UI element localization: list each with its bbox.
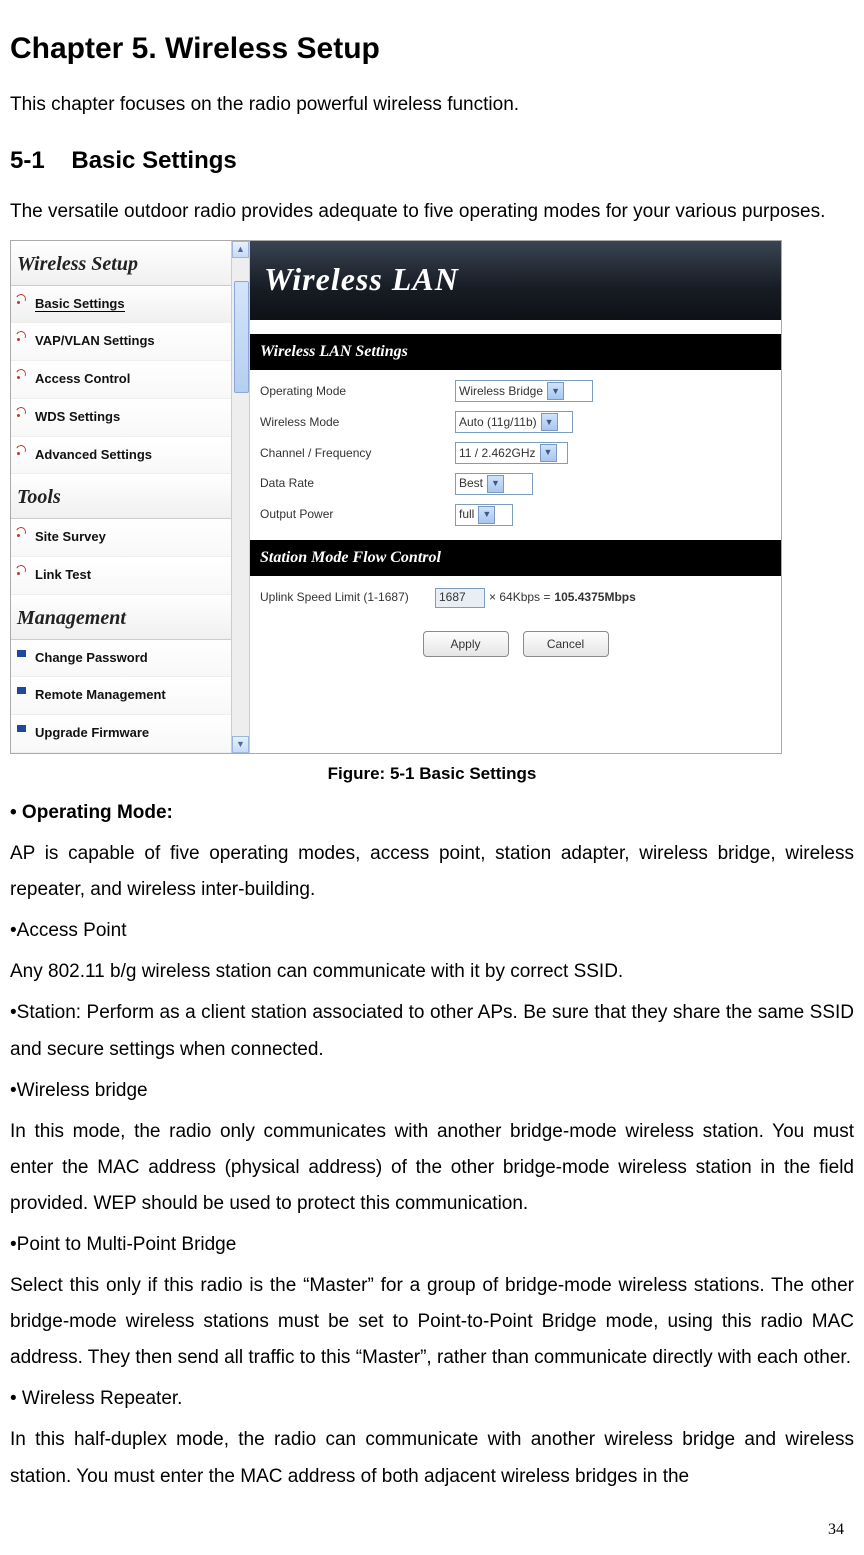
sidebar-item-access-control[interactable]: Access Control xyxy=(11,361,249,399)
figure-caption: Figure: 5-1 Basic Settings xyxy=(10,758,854,790)
sidebar-item-label: Site Survey xyxy=(35,529,106,544)
wireless-mode-select[interactable]: Auto (11g/11b)▼ xyxy=(455,411,573,433)
select-value: 11 / 2.462GHz xyxy=(459,442,536,465)
operating-mode-desc: AP is capable of five operating modes, a… xyxy=(10,836,854,908)
wifi-icon xyxy=(17,368,29,380)
page-number: 34 xyxy=(10,1515,854,1545)
wireless-bridge-head: •Wireless bridge xyxy=(10,1073,854,1109)
section-number: 5-1 xyxy=(10,147,45,174)
wifi-icon xyxy=(17,330,29,342)
sidebar-item-label: Basic Settings xyxy=(35,296,125,312)
sidebar-group-tools: Tools xyxy=(11,474,249,519)
wr-head: • Wireless Repeater. xyxy=(10,1381,854,1417)
sidebar-item-label: Access Control xyxy=(35,371,130,386)
square-icon xyxy=(17,687,26,694)
sidebar-item-label: WDS Settings xyxy=(35,409,120,424)
wireless-bridge-text: In this mode, the radio only communicate… xyxy=(10,1114,854,1222)
select-value: full xyxy=(459,503,474,526)
chevron-down-icon: ▼ xyxy=(547,382,564,400)
uplink-speed-label: Uplink Speed Limit (1-1687) xyxy=(260,586,435,609)
chevron-down-icon: ▼ xyxy=(478,506,495,524)
sidebar: Wireless Setup Basic Settings VAP/VLAN S… xyxy=(11,241,250,753)
chapter-title: Chapter 5. Wireless Setup xyxy=(10,20,854,77)
banner-title: Wireless LAN xyxy=(264,249,767,310)
wifi-icon xyxy=(17,526,29,538)
sidebar-item-label: Link Test xyxy=(35,567,91,582)
wr-text: In this half-duplex mode, the radio can … xyxy=(10,1422,854,1494)
section-heading: 5-1 Basic Settings xyxy=(10,138,854,184)
pmb-head: •Point to Multi-Point Bridge xyxy=(10,1227,854,1263)
station-text: •Station: Perform as a client station as… xyxy=(10,995,854,1067)
section-intro: The versatile outdoor radio provides ade… xyxy=(10,194,854,230)
sidebar-item-link-test[interactable]: Link Test xyxy=(11,557,249,595)
channel-select[interactable]: 11 / 2.462GHz▼ xyxy=(455,442,568,464)
chevron-down-icon: ▼ xyxy=(541,413,558,431)
sidebar-item-label: VAP/VLAN Settings xyxy=(35,333,155,348)
settings-form: Operating Mode Wireless Bridge▼ Wireless… xyxy=(250,370,781,540)
sidebar-item-vap-vlan[interactable]: VAP/VLAN Settings xyxy=(11,323,249,361)
wifi-icon xyxy=(17,444,29,456)
operating-mode-label: Operating Mode xyxy=(260,380,455,403)
scroll-thumb[interactable] xyxy=(234,281,249,393)
output-power-select[interactable]: full ▼ xyxy=(455,504,513,526)
apply-button[interactable]: Apply xyxy=(423,631,509,657)
select-value: Auto (11g/11b) xyxy=(459,411,537,434)
cancel-button[interactable]: Cancel xyxy=(523,631,609,657)
channel-label: Channel / Frequency xyxy=(260,442,455,465)
sidebar-item-basic-settings[interactable]: Basic Settings xyxy=(11,286,249,324)
access-point-head: •Access Point xyxy=(10,913,854,949)
sidebar-item-label: Upgrade Firmware xyxy=(35,725,149,740)
sidebar-item-wds[interactable]: WDS Settings xyxy=(11,399,249,437)
scroll-down-icon[interactable]: ▼ xyxy=(232,736,249,753)
wireless-mode-label: Wireless Mode xyxy=(260,411,455,434)
wifi-icon xyxy=(17,564,29,576)
scroll-up-icon[interactable]: ▲ xyxy=(232,241,249,258)
sidebar-item-label: Advanced Settings xyxy=(35,447,152,462)
wifi-icon xyxy=(17,293,29,305)
access-point-text: Any 802.11 b/g wireless station can comm… xyxy=(10,954,854,990)
select-value: Wireless Bridge xyxy=(459,380,543,403)
sidebar-item-change-password[interactable]: Change Password xyxy=(11,640,249,678)
data-rate-label: Data Rate xyxy=(260,472,455,495)
pmb-text: Select this only if this radio is the “M… xyxy=(10,1268,854,1376)
sidebar-item-label: Remote Management xyxy=(35,687,166,702)
output-power-label: Output Power xyxy=(260,503,455,526)
square-icon xyxy=(17,650,26,657)
section-title: Basic Settings xyxy=(71,147,236,174)
select-value: Best xyxy=(459,472,483,495)
flow-control-header: Station Mode Flow Control xyxy=(250,540,781,576)
app-screenshot: Wireless Setup Basic Settings VAP/VLAN S… xyxy=(10,240,782,754)
wifi-icon xyxy=(17,406,29,418)
chapter-intro: This chapter focuses on the radio powerf… xyxy=(10,87,854,123)
square-icon xyxy=(17,725,26,732)
page-banner: Wireless LAN xyxy=(250,241,781,320)
main-pane: Wireless LAN Wireless LAN Settings Opera… xyxy=(250,241,781,753)
sidebar-item-advanced[interactable]: Advanced Settings xyxy=(11,437,249,475)
uplink-result: 105.4375Mbps xyxy=(554,586,635,609)
sidebar-group-wireless-setup: Wireless Setup xyxy=(11,241,249,286)
uplink-unit-text: × 64Kbps = xyxy=(489,586,550,609)
sidebar-item-upgrade-fw[interactable]: Upgrade Firmware xyxy=(11,715,249,753)
sidebar-item-remote-mgmt[interactable]: Remote Management xyxy=(11,677,249,715)
settings-section-header: Wireless LAN Settings xyxy=(250,334,781,370)
sidebar-scrollbar[interactable]: ▲ ▼ xyxy=(231,241,249,753)
operating-mode-heading: • Operating Mode: xyxy=(10,795,854,831)
chevron-down-icon: ▼ xyxy=(487,475,504,493)
data-rate-select[interactable]: Best▼ xyxy=(455,473,533,495)
operating-mode-select[interactable]: Wireless Bridge▼ xyxy=(455,380,593,402)
uplink-speed-input[interactable]: 1687 xyxy=(435,588,485,608)
sidebar-item-site-survey[interactable]: Site Survey xyxy=(11,519,249,557)
sidebar-item-label: Change Password xyxy=(35,650,148,665)
sidebar-group-management: Management xyxy=(11,595,249,640)
chevron-down-icon: ▼ xyxy=(540,444,557,462)
